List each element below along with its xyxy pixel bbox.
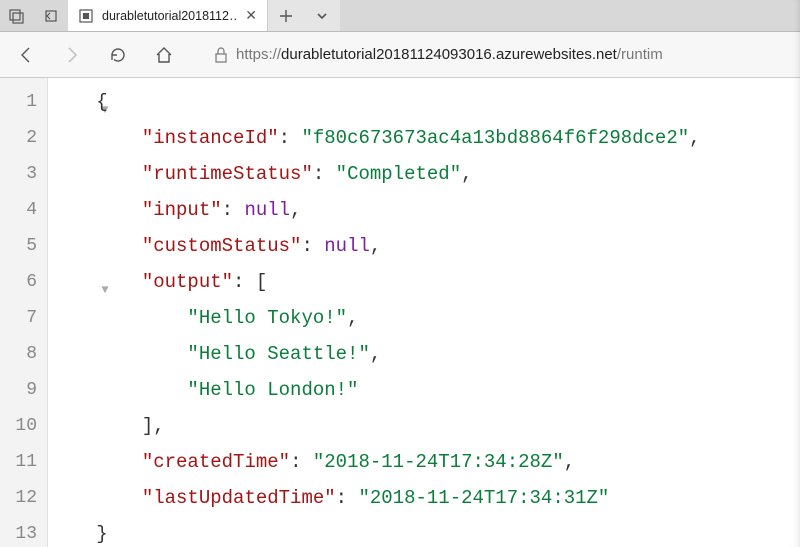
line-number: 4 [0, 192, 37, 228]
line-number: 9 [0, 372, 37, 408]
code-line: "customStatus": null, [48, 228, 800, 264]
code-line: "lastUpdatedTime": "2018-11-24T17:34:31Z… [48, 480, 800, 516]
code-line: "createdTime": "2018-11-24T17:34:28Z", [48, 444, 800, 480]
line-number: 5 [0, 228, 37, 264]
line-number: 12 [0, 480, 37, 516]
new-tab-button[interactable] [268, 0, 304, 31]
line-number-gutter: 1 2 3 4 5 6 7 8 9 10 11 12 13 [0, 78, 48, 547]
line-number: 8 [0, 336, 37, 372]
url-text: https://durabletutorial20181124093016.az… [236, 46, 663, 63]
line-number: 10 [0, 408, 37, 444]
home-button[interactable] [144, 35, 184, 75]
code-line: "output": [ [48, 264, 800, 300]
tab-title: durabletutorial2018112… [102, 9, 237, 23]
line-number: 3 [0, 156, 37, 192]
close-tab-icon[interactable]: ✕ [245, 7, 257, 24]
favicon-icon [78, 8, 94, 24]
line-number: 7 [0, 300, 37, 336]
code-line: ], [48, 408, 800, 444]
code-area[interactable]: ▼ ▼ { "instanceId": "f80c673673ac4a13bd8… [48, 78, 800, 547]
code-line: "Hello London!" [48, 372, 800, 408]
nav-toolbar: https://durabletutorial20181124093016.az… [0, 32, 800, 78]
back-button[interactable] [6, 35, 46, 75]
code-line: "runtimeStatus": "Completed", [48, 156, 800, 192]
line-number: 6 [0, 264, 37, 300]
browser-tab[interactable]: durabletutorial2018112… ✕ [68, 0, 268, 31]
json-viewer: 1 2 3 4 5 6 7 8 9 10 11 12 13 ▼ ▼ { "ins… [0, 78, 800, 547]
line-number: 2 [0, 120, 37, 156]
tabs-dropdown-icon[interactable] [304, 0, 340, 31]
set-aside-icon[interactable] [34, 0, 68, 31]
code-line: "Hello Tokyo!", [48, 300, 800, 336]
titlebar: durabletutorial2018112… ✕ [0, 0, 800, 32]
address-bar[interactable]: https://durabletutorial20181124093016.az… [206, 39, 794, 71]
lock-icon [214, 47, 228, 63]
tabs-aside-icon[interactable] [0, 0, 34, 31]
forward-button[interactable] [52, 35, 92, 75]
refresh-button[interactable] [98, 35, 138, 75]
line-number: 13 [0, 516, 37, 547]
code-line: "instanceId": "f80c673673ac4a13bd8864f6f… [48, 120, 800, 156]
code-line: "Hello Seattle!", [48, 336, 800, 372]
code-line: "input": null, [48, 192, 800, 228]
code-line: { [48, 84, 800, 120]
line-number: 11 [0, 444, 37, 480]
line-number: 1 [0, 84, 37, 120]
code-line: } [48, 516, 800, 547]
